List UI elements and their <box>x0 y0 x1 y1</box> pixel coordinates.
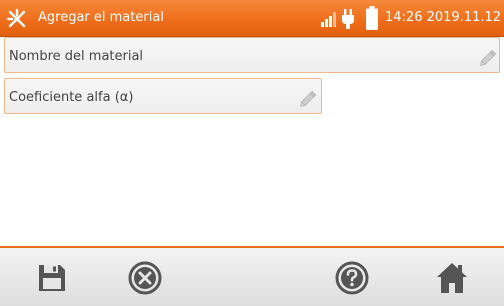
bottom-toolbar <box>0 246 504 306</box>
alpha-coefficient-label: Coeficiente alfa (α) <box>9 90 134 105</box>
help-icon <box>335 261 369 295</box>
pencil-icon <box>479 49 497 67</box>
cancel-icon <box>128 261 162 295</box>
home-icon <box>437 263 467 293</box>
save-button[interactable] <box>30 256 74 300</box>
pencil-icon <box>299 90 317 108</box>
save-icon <box>39 265 65 291</box>
cancel-button[interactable] <box>123 256 167 300</box>
signal-icon <box>321 12 336 27</box>
material-name-field[interactable]: Nombre del material <box>4 37 500 73</box>
home-button[interactable] <box>430 256 474 300</box>
help-button[interactable] <box>330 256 374 300</box>
material-name-label: Nombre del material <box>9 49 144 64</box>
battery-icon <box>366 6 378 30</box>
alpha-coefficient-field[interactable]: Coeficiente alfa (α) <box>4 78 322 114</box>
top-bar: Agregar el material 14:26 2019.11.12 <box>0 0 504 37</box>
page-title: Agregar el material <box>38 10 164 25</box>
screen: Agregar el material 14:26 2019.11.12 Nom… <box>0 0 504 306</box>
tools-icon <box>6 8 26 28</box>
status-datetime: 14:26 2019.11.12 <box>385 10 502 25</box>
plug-icon <box>342 9 354 29</box>
